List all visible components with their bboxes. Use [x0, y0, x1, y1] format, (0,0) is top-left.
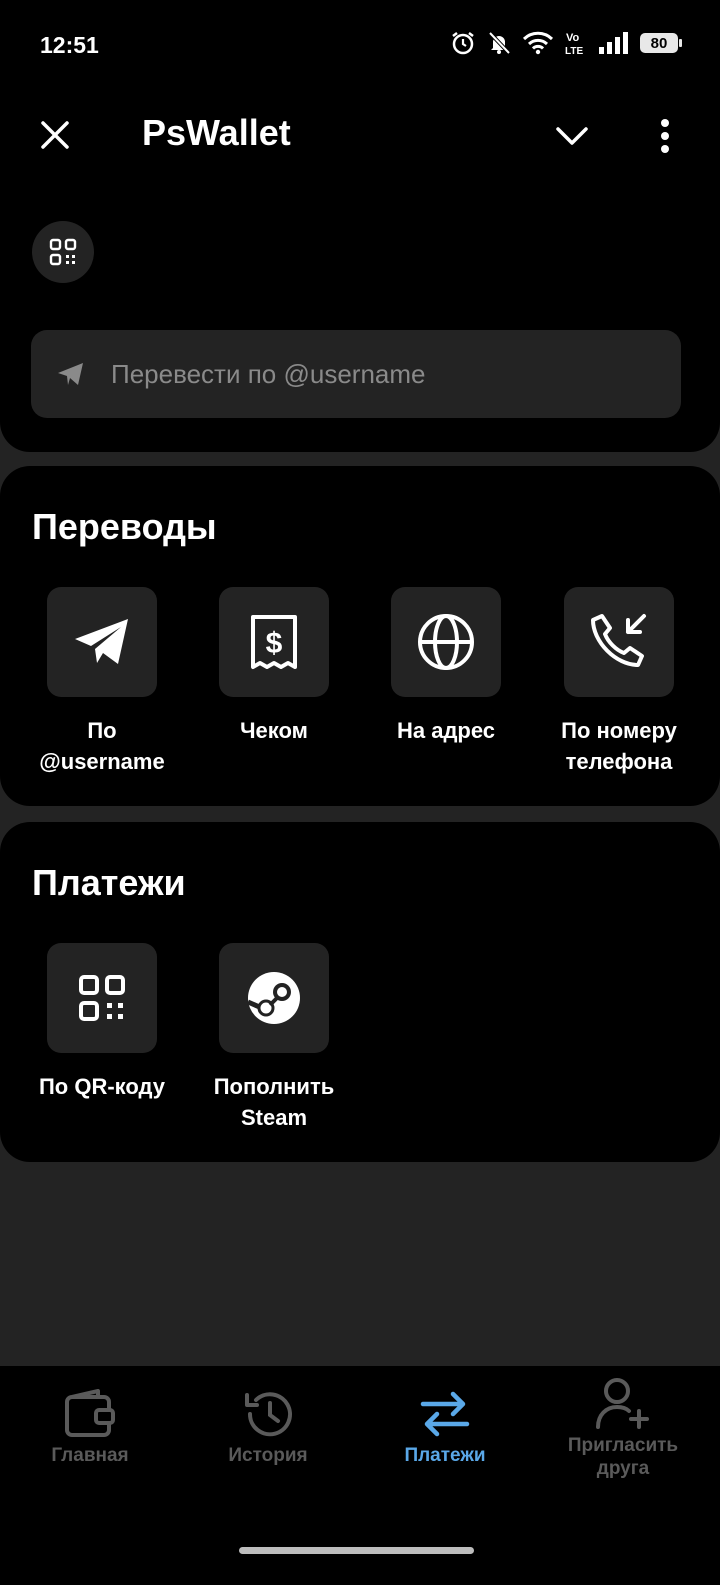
- collapse-button[interactable]: [552, 116, 592, 156]
- status-time: 12:51: [40, 32, 99, 58]
- transfer-by-username[interactable]: По @username: [16, 587, 188, 777]
- phone-incoming-icon: [591, 614, 646, 667]
- transfers-title: Переводы: [32, 506, 217, 547]
- battery-indicator: 80: [640, 33, 682, 53]
- payments-card: Платежи По QR-коду Пополнить Steam: [0, 822, 720, 1162]
- svg-text:$: $: [266, 627, 283, 660]
- transfer-by-phone-label: По номеру телефона: [561, 718, 677, 774]
- status-bar: 12:51 Vo LTE 80: [0, 0, 720, 90]
- transfer-arrows-icon: [420, 1391, 470, 1437]
- nav-history[interactable]: История: [178, 1366, 358, 1467]
- globe-icon: [418, 614, 474, 670]
- transfers-card: Переводы По @username $ Чеком На адрес П…: [0, 466, 720, 806]
- nav-payments[interactable]: Платежи: [355, 1366, 535, 1467]
- history-icon: [245, 1392, 292, 1437]
- qr-code-icon: [49, 238, 77, 266]
- transfer-by-phone-tile[interactable]: [564, 587, 674, 697]
- mute-bell-icon: [488, 31, 511, 55]
- nav-home[interactable]: Главная: [0, 1366, 180, 1467]
- svg-text:LTE: LTE: [565, 46, 583, 56]
- transfer-by-check-label: Чеком: [240, 718, 308, 743]
- nav-invite-friend[interactable]: Пригласить друга: [533, 1356, 713, 1480]
- transfer-by-username-label: По @username: [39, 718, 165, 774]
- more-vertical-icon: [661, 119, 669, 153]
- status-icons: Vo LTE 80: [450, 30, 682, 56]
- chevron-down-icon: [556, 127, 588, 145]
- pay-by-qr-label: По QR-коду: [38, 1074, 166, 1099]
- send-icon: [55, 358, 87, 390]
- qr-code-icon: [79, 975, 125, 1021]
- receipt-dollar-icon: $: [251, 615, 297, 669]
- close-icon: [41, 121, 69, 149]
- transfer-to-address[interactable]: На адрес: [360, 587, 532, 746]
- transfer-to-address-tile[interactable]: [391, 587, 501, 697]
- transfer-by-username-tile[interactable]: [47, 587, 157, 697]
- username-input[interactable]: [109, 357, 653, 391]
- home-indicator[interactable]: [239, 1547, 474, 1554]
- signal-icon: [599, 32, 628, 54]
- nav-payments-label: Платежи: [404, 1445, 486, 1466]
- volte-icon: Vo LTE: [565, 32, 583, 56]
- top-up-steam[interactable]: Пополнить Steam: [188, 943, 360, 1133]
- transfer-by-check[interactable]: $ Чеком: [188, 587, 360, 746]
- top-up-steam-tile[interactable]: [219, 943, 329, 1053]
- pay-by-qr[interactable]: По QR-коду: [16, 943, 188, 1102]
- transfer-by-phone[interactable]: По номеру телефона: [533, 587, 705, 777]
- svg-text:Vo: Vo: [566, 32, 580, 44]
- nav-home-label: Главная: [51, 1445, 129, 1466]
- paper-plane-icon: [75, 619, 128, 664]
- wallet-icon: [65, 1389, 115, 1437]
- add-user-icon: [596, 1378, 649, 1429]
- wifi-icon: [522, 31, 554, 55]
- close-button[interactable]: [34, 114, 76, 156]
- qr-scan-button[interactable]: [32, 221, 94, 283]
- top-up-steam-label: Пополнить Steam: [213, 1074, 335, 1130]
- nav-invite-friend-label: Пригласить друга: [567, 1435, 679, 1479]
- nav-history-label: История: [228, 1445, 308, 1466]
- page-title: PsWallet: [142, 112, 291, 153]
- alarm-icon: [452, 32, 474, 55]
- username-transfer-field[interactable]: [31, 330, 681, 418]
- pay-by-qr-tile[interactable]: [47, 943, 157, 1053]
- header: PsWallet: [0, 90, 720, 180]
- transfer-to-address-label: На адрес: [396, 718, 496, 743]
- steam-icon: [246, 972, 300, 1024]
- more-menu-button[interactable]: [650, 114, 680, 158]
- payments-title: Платежи: [32, 862, 186, 903]
- transfer-by-check-tile[interactable]: $: [219, 587, 329, 697]
